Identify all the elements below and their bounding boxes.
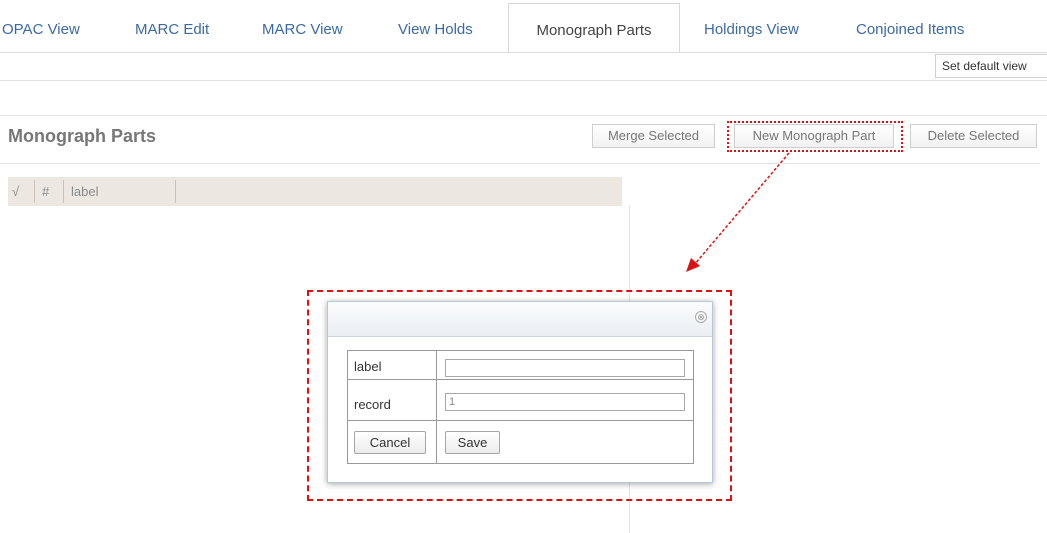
column-separator: [436, 351, 437, 463]
row-separator: [348, 379, 693, 380]
form-table: label record Cancel Save: [347, 350, 694, 464]
record-field-label: record: [354, 397, 391, 412]
cancel-button[interactable]: Cancel: [354, 431, 426, 454]
dialog-title-bar: ⊗: [328, 302, 712, 337]
save-button[interactable]: Save: [445, 431, 500, 454]
row-separator: [348, 420, 693, 421]
label-field-label: label: [354, 359, 382, 374]
record-input[interactable]: [445, 393, 685, 411]
close-icon[interactable]: ⊗: [695, 311, 707, 323]
new-part-dialog: ⊗ label record Cancel Save: [327, 301, 713, 483]
label-input[interactable]: [445, 359, 685, 377]
